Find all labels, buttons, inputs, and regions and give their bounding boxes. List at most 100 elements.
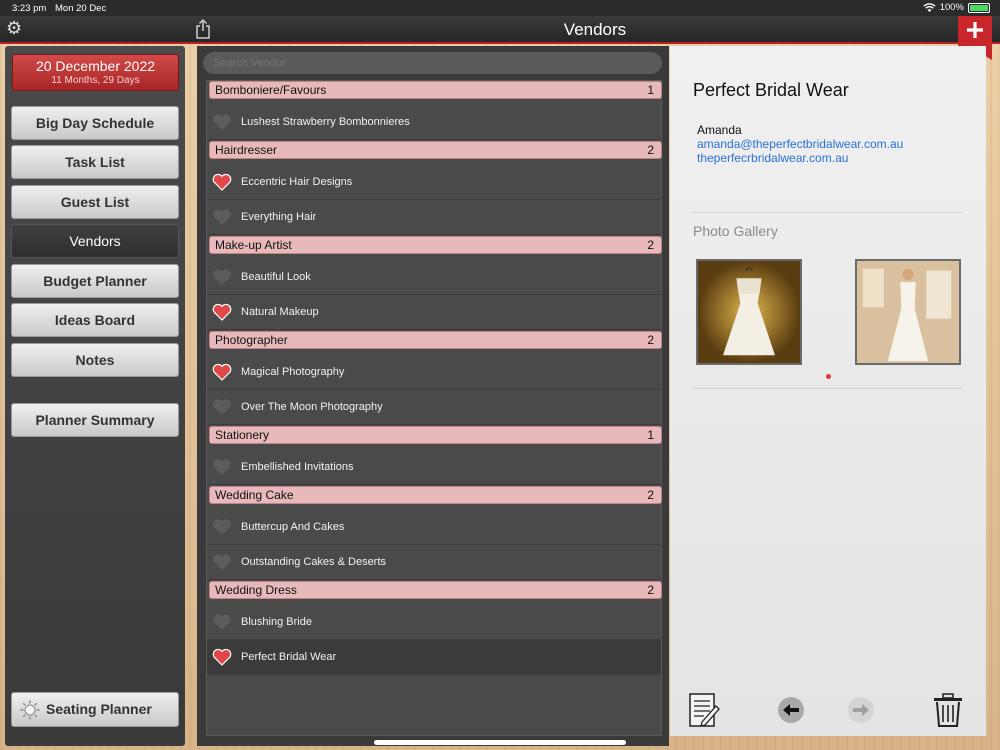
vendor-name: Perfect Bridal Wear xyxy=(693,80,849,100)
sun-icon xyxy=(20,700,40,720)
vendor-name-label: Beautiful Look xyxy=(241,271,311,283)
section-header: Photographer 2 xyxy=(209,331,662,349)
page-indicator-dot xyxy=(826,374,831,379)
section-header: Stationery 1 xyxy=(209,426,662,444)
vendor-row[interactable]: Lushest Strawberry Bombonnieres xyxy=(207,105,661,140)
vendor-name-label: Over The Moon Photography xyxy=(241,401,383,413)
next-arrow-icon[interactable] xyxy=(847,696,875,724)
vendor-row[interactable]: Magical Photography xyxy=(207,355,661,390)
sidebar-item-budget-planner[interactable]: Budget Planner xyxy=(11,264,179,298)
heart-icon[interactable] xyxy=(212,173,232,191)
heart-icon[interactable] xyxy=(212,398,232,416)
contact-name: Amanda xyxy=(697,123,742,137)
heart-icon[interactable] xyxy=(212,458,232,476)
notes-icon[interactable] xyxy=(688,692,720,728)
heart-icon[interactable] xyxy=(212,303,232,321)
vendor-name-label: Outstanding Cakes & Deserts xyxy=(241,556,386,568)
section-header: Wedding Cake 2 xyxy=(209,486,662,504)
heart-icon[interactable] xyxy=(212,613,232,631)
vendor-detail-panel: Perfect Bridal Wear Amanda amanda@theper… xyxy=(670,46,986,736)
sidebar: 20 December 2022 11 Months, 29 Days Big … xyxy=(5,46,185,746)
divider xyxy=(692,212,962,213)
gallery-photo[interactable] xyxy=(696,259,802,365)
sidebar-item-task-list[interactable]: Task List xyxy=(11,145,179,179)
email-link[interactable]: amanda@theperfectbridalwear.com.au xyxy=(697,137,903,151)
vendor-row[interactable]: Over The Moon Photography xyxy=(207,390,661,425)
vendor-name-label: Embellished Invitations xyxy=(241,461,354,473)
status-time: 3:23 pm xyxy=(12,3,47,14)
search-input[interactable] xyxy=(203,52,662,74)
vendor-name-label: Natural Makeup xyxy=(241,306,319,318)
section-count: 2 xyxy=(647,238,654,252)
wedding-date: 20 December 2022 xyxy=(35,58,156,74)
sidebar-item-planner-summary[interactable]: Planner Summary xyxy=(11,403,179,437)
vendor-list-panel: Bomboniere/Favours 1 Lushest Strawberry Bo… xyxy=(197,46,669,746)
section-header: Make-up Artist 2 xyxy=(209,236,662,254)
status-bar: 3:23 pm Mon 20 Dec 100% xyxy=(0,0,1000,16)
sidebar-item-big-day-schedule[interactable]: Big Day Schedule xyxy=(11,106,179,140)
countdown: 11 Months, 29 Days xyxy=(51,75,140,86)
section-title: Make-up Artist xyxy=(215,238,292,252)
section-count: 2 xyxy=(647,143,654,157)
vendor-name-label: Magical Photography xyxy=(241,366,345,378)
section-count: 1 xyxy=(647,428,654,442)
vendor-name-label: Everything Hair xyxy=(241,211,317,223)
sidebar-item-vendors[interactable]: Vendors xyxy=(11,224,179,258)
vendor-name-label: Eccentric Hair Designs xyxy=(241,176,353,188)
vendor-name-label: Perfect Bridal Wear xyxy=(241,651,337,663)
wedding-date-button[interactable]: 20 December 2022 11 Months, 29 Days xyxy=(12,54,179,91)
section-title: Wedding Dress xyxy=(215,583,297,597)
vendor-name-label: Buttercup And Cakes xyxy=(241,521,345,533)
sidebar-item-notes[interactable]: Notes xyxy=(11,343,179,377)
gallery-photo[interactable] xyxy=(855,259,961,365)
section-header: Wedding Dress 2 xyxy=(209,581,662,599)
section-title: Wedding Cake xyxy=(215,488,294,502)
status-date: Mon 20 Dec xyxy=(55,3,107,14)
battery-percent: 100% xyxy=(939,2,964,13)
section-count: 2 xyxy=(647,583,654,597)
heart-icon[interactable] xyxy=(212,553,232,571)
vendor-row[interactable]: Eccentric Hair Designs xyxy=(207,165,661,200)
status-right: 100% xyxy=(923,2,990,13)
vendor-row[interactable]: Everything Hair xyxy=(207,200,661,235)
vendor-name-label: Lushest Strawberry Bombonnieres xyxy=(241,116,410,128)
vendor-row[interactable]: Buttercup And Cakes xyxy=(207,510,661,545)
share-icon[interactable] xyxy=(194,18,212,40)
section-count: 1 xyxy=(647,83,654,97)
section-count: 2 xyxy=(647,333,654,347)
vendor-row[interactable]: Blushing Bride xyxy=(207,605,661,640)
section-header: Hairdresser 2 xyxy=(209,141,662,159)
section-title: Photographer xyxy=(215,333,288,347)
sidebar-item-guest-list[interactable]: Guest List xyxy=(11,185,179,219)
top-bar: ⚙ Vendors xyxy=(0,16,1000,60)
vendor-list[interactable]: Bomboniere/Favours 1 Lushest Strawberry Bo… xyxy=(206,80,662,736)
section-count: 2 xyxy=(647,488,654,502)
gear-icon[interactable]: ⚙ xyxy=(6,19,24,37)
vendor-row[interactable]: Beautiful Look xyxy=(207,260,661,295)
trash-icon[interactable] xyxy=(932,692,964,728)
previous-arrow-icon[interactable] xyxy=(777,696,805,724)
divider xyxy=(692,388,962,389)
section-title: Hairdresser xyxy=(215,143,278,157)
wifi-icon xyxy=(923,2,936,12)
heart-icon[interactable] xyxy=(212,113,232,131)
heart-icon[interactable] xyxy=(212,268,232,286)
vendor-row[interactable]: Outstanding Cakes & Deserts xyxy=(207,545,661,580)
page-title: Vendors xyxy=(563,20,627,39)
heart-icon[interactable] xyxy=(212,648,232,666)
seating-planner-button[interactable]: Seating Planner xyxy=(11,692,179,727)
website-link[interactable]: theperfecrbridalwear.com.au xyxy=(697,151,848,165)
vendor-row[interactable]: Perfect Bridal Wear xyxy=(207,640,661,675)
section-header: Bomboniere/Favours 1 xyxy=(209,81,662,99)
gallery-title: Photo Gallery xyxy=(693,223,778,239)
vendor-row[interactable]: Natural Makeup xyxy=(207,295,661,330)
vendor-row[interactable]: Embellished Invitations xyxy=(207,450,661,485)
vendor-name-label: Blushing Bride xyxy=(241,616,312,628)
heart-icon[interactable] xyxy=(212,518,232,536)
sidebar-item-ideas-board[interactable]: Ideas Board xyxy=(11,303,179,337)
home-indicator xyxy=(374,740,626,745)
heart-icon[interactable] xyxy=(212,208,232,226)
section-title: Bomboniere/Favours xyxy=(215,83,327,97)
heart-icon[interactable] xyxy=(212,363,232,381)
battery-icon xyxy=(968,2,990,13)
